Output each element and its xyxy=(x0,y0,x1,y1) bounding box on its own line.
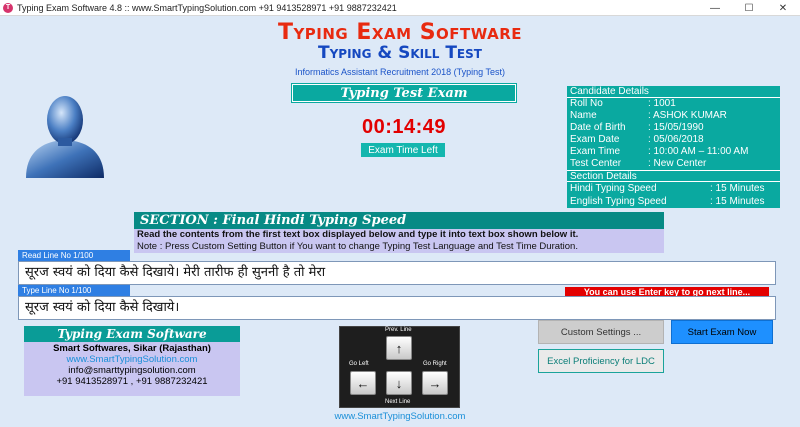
recruitment-title: Informatics Assistant Recruitment 2018 (… xyxy=(295,67,505,77)
field-value: : New Center xyxy=(648,158,707,169)
field-label: Name xyxy=(570,110,597,121)
instruction-text: Read the contents from the first text bo… xyxy=(137,229,579,240)
company-website[interactable]: www.SmartTypingSolution.com xyxy=(24,354,240,365)
time-left-label: Exam Time Left xyxy=(361,143,445,157)
go-left-label: Go Left xyxy=(348,361,370,367)
field-value: : 15 Minutes xyxy=(710,196,765,207)
candidate-details-panel: Candidate Details Roll No : 1001 Name : AS… xyxy=(567,86,780,208)
arrow-up-icon: ↑ xyxy=(386,336,412,360)
field-label: Roll No xyxy=(570,98,603,109)
company-email: info@smarttypingsolution.com xyxy=(68,365,196,376)
field-label: English Typing Speed xyxy=(570,196,667,207)
app-icon: T xyxy=(3,2,13,13)
section-row-english: English Typing Speed : 15 Minutes xyxy=(567,195,780,208)
next-line-label: Next Line xyxy=(384,399,412,405)
title-bar: T Typing Exam Software 4.8 :: www.SmartT… xyxy=(0,0,800,16)
exam-timer: 00:14:49 xyxy=(361,116,447,138)
excel-proficiency-button[interactable]: Excel Proficiency for LDC xyxy=(538,349,664,373)
section-details-heading: Section Details xyxy=(567,170,780,182)
avatar-icon xyxy=(26,96,104,178)
candidate-details-heading: Candidate Details xyxy=(567,86,780,98)
close-button[interactable]: ✕ xyxy=(766,0,800,16)
field-label: Test Center xyxy=(570,158,622,169)
app-title: Typing Exam Software xyxy=(277,20,523,45)
type-line-label: Type Line No 1/100 xyxy=(18,285,130,296)
minimize-button[interactable]: — xyxy=(698,0,732,16)
field-label: Exam Time xyxy=(570,146,621,157)
arrow-right-icon: → xyxy=(422,371,448,395)
candidate-row-name: Name : ASHOK KUMAR xyxy=(567,110,780,122)
section-row-hindi: Hindi Typing Speed : 15 Minutes xyxy=(567,182,780,195)
company-name: Smart Softwares, Sikar (Rajasthan) xyxy=(53,343,211,354)
prev-line-label: Prev. Line xyxy=(384,327,413,333)
field-label: Hindi Typing Speed xyxy=(570,183,657,194)
read-line-textbox: सूरज स्वयं को दिया कैसे दिखाये। मेरी तार… xyxy=(18,261,776,285)
company-phones: +91 9413528971 , +91 9887232421 xyxy=(56,376,208,387)
maximize-button[interactable]: ☐ xyxy=(732,0,766,16)
field-value: : 15 Minutes xyxy=(710,183,765,194)
candidate-row-test-center: Test Center : New Center xyxy=(567,158,780,170)
type-line-input[interactable]: सूरज स्वयं को दिया कैसे दिखाये। xyxy=(18,296,776,320)
instruction-note: Note : Press Custom Setting Button if Yo… xyxy=(137,240,578,252)
section-title: SECTION : Final Hindi Typing Speed xyxy=(134,212,664,229)
field-value: : 1001 xyxy=(648,98,676,109)
exam-banner: Typing Test Exam xyxy=(291,83,517,103)
arrow-left-icon: ← xyxy=(350,371,376,395)
navigation-keys-panel: ↑ ← ↓ → Prev. Line Go Left Go Right Next… xyxy=(339,326,460,408)
arrow-down-icon: ↓ xyxy=(386,371,412,395)
candidate-row-dob: Date of Birth : 15/05/1990 xyxy=(567,122,780,134)
candidate-row-roll: Roll No : 1001 xyxy=(567,98,780,110)
app-subtitle: Typing & Skill Test xyxy=(318,43,482,63)
candidate-row-exam-time: Exam Time : 10:00 AM – 11:00 AM xyxy=(567,146,780,158)
instructions-panel: Read the contents from the first text bo… xyxy=(134,229,664,253)
company-info-title: Typing Exam Software xyxy=(24,326,240,342)
custom-settings-button[interactable]: Custom Settings ... xyxy=(538,320,664,344)
field-value: : 10:00 AM – 11:00 AM xyxy=(648,146,749,157)
company-info-panel: Typing Exam Software Smart Softwares, Si… xyxy=(24,326,240,396)
field-label: Exam Date xyxy=(570,134,620,145)
field-value: : 05/06/2018 xyxy=(648,134,704,145)
read-line-label: Read Line No 1/100 xyxy=(18,250,130,261)
field-label: Date of Birth xyxy=(570,122,626,133)
go-right-label: Go Right xyxy=(422,361,448,367)
field-value: : 15/05/1990 xyxy=(648,122,704,133)
candidate-row-exam-date: Exam Date : 05/06/2018 xyxy=(567,134,780,146)
start-exam-button[interactable]: Start Exam Now xyxy=(671,320,773,344)
footer-website-link[interactable]: www.SmartTypingSolution.com xyxy=(324,411,476,422)
window-title: Typing Exam Software 4.8 :: www.SmartTyp… xyxy=(17,2,397,13)
field-value: : ASHOK KUMAR xyxy=(648,110,727,121)
